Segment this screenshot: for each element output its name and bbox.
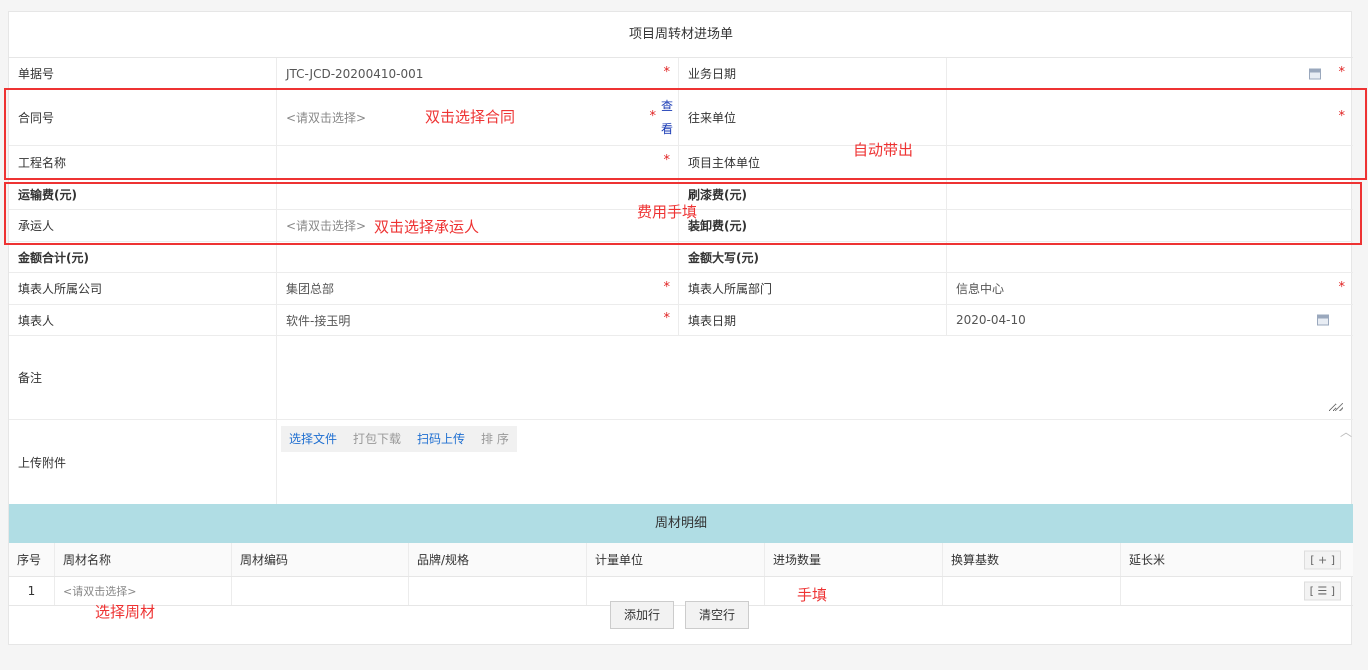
biz-date-field[interactable]: * [947,58,1353,89]
doc-no-field[interactable]: JTC-JCD-20200410-001 * [277,58,679,89]
required-mark: * [663,64,671,80]
form-title: 项目周转材进场单 [9,12,1353,58]
annotation-box-contract [4,88,1367,180]
required-mark: * [1338,279,1346,295]
required-mark: * [663,279,671,295]
resize-handle-icon[interactable] [1335,403,1343,411]
biz-date-label: 业务日期 [679,58,947,89]
row-remark: 备注 [9,336,1353,420]
dept-field[interactable]: 信息中心 * [947,273,1353,304]
annotation-material: 选择周材 [95,603,156,621]
filler-field[interactable]: 软件-接玉明 * [277,305,679,335]
doc-no-value: JTC-JCD-20200410-001 [286,66,424,81]
calendar-icon[interactable] [1317,314,1329,326]
dept-value: 信息中心 [956,282,1005,296]
total-upper-label: 金额大写(元) [679,242,947,272]
add-row-button[interactable]: 添加行 [610,601,675,629]
pack-download-button[interactable]: 打包下载 [345,426,410,452]
annotation-fee: 费用手填 [637,203,698,221]
detail-title: 周材明细 [9,504,1353,543]
company-field[interactable]: 集团总部 * [277,273,679,304]
sort-button[interactable]: 排 序 [473,426,517,452]
col-unit: 计量单位 [587,543,765,576]
filler-label: 填表人 [9,305,277,335]
select-file-button[interactable]: 选择文件 [281,426,346,452]
row-seq: 1 [9,577,55,605]
annotation-qty: 手填 [797,586,828,604]
remark-field[interactable] [277,336,1353,419]
row-filler: 填表人 软件-接玉明 * 填表日期 2020-04-10 [9,305,1353,336]
fill-date-value: 2020-04-10 [956,313,1026,327]
detail-row: 1 <请双击选择> [ ☰ ] [9,577,1353,606]
doc-no-label: 单据号 [9,58,277,89]
col-base: 换算基数 [943,543,1121,576]
col-name: 周材名称 [55,543,232,576]
row-qty-field[interactable] [765,577,943,605]
detail-header-row: 序号 周材名称 周材编码 品牌/规格 计量单位 进场数量 换算基数 延长米 [ … [9,543,1353,577]
row-spec-field[interactable] [409,577,587,605]
total-field [277,242,679,272]
required-mark: * [663,311,671,326]
remark-textarea[interactable] [285,344,1337,412]
fill-date-label: 填表日期 [679,305,947,335]
annotation-auto: 自动带出 [853,141,914,159]
row-company: 填表人所属公司 集团总部 * 填表人所属部门 信息中心 * [9,273,1353,305]
row-doc-no: 单据号 JTC-JCD-20200410-001 * 业务日期 * [9,58,1353,90]
annotation-contract: 双击选择合同 [425,108,516,126]
fill-date-field[interactable]: 2020-04-10 [947,305,1353,335]
col-code: 周材编码 [232,543,409,576]
remark-label: 备注 [9,336,277,419]
col-qty: 进场数量 [765,543,943,576]
add-column-button[interactable]: [ + ] [1304,550,1341,569]
calendar-icon[interactable] [1309,68,1321,79]
annotation-carrier: 双击选择承运人 [374,218,480,236]
attach-label: 上传附件 [9,420,277,504]
dept-label: 填表人所属部门 [679,273,947,304]
company-value: 集团总部 [286,282,335,296]
company-label: 填表人所属公司 [9,273,277,304]
col-seq: 序号 [9,543,55,576]
total-label: 金额合计(元) [9,242,277,272]
row-code-field[interactable] [232,577,409,605]
row-attach: 上传附件 [9,420,1353,504]
attach-toolbar: 选择文件 打包下载 扫码上传 排 序 [281,426,517,452]
chevron-up-icon[interactable]: ︿ [1340,423,1352,440]
clear-rows-button[interactable]: 清空行 [685,601,750,629]
required-mark: * [1338,64,1346,80]
filler-value: 软件-接玉明 [286,313,351,328]
row-menu-button[interactable]: [ ☰ ] [1303,581,1341,601]
row-base-field[interactable] [943,577,1121,605]
row-total: 金额合计(元) 金额大写(元) [9,242,1353,273]
col-spec: 品牌/规格 [409,543,587,576]
scan-upload-button[interactable]: 扫码上传 [409,426,474,452]
total-upper-field [947,242,1353,272]
